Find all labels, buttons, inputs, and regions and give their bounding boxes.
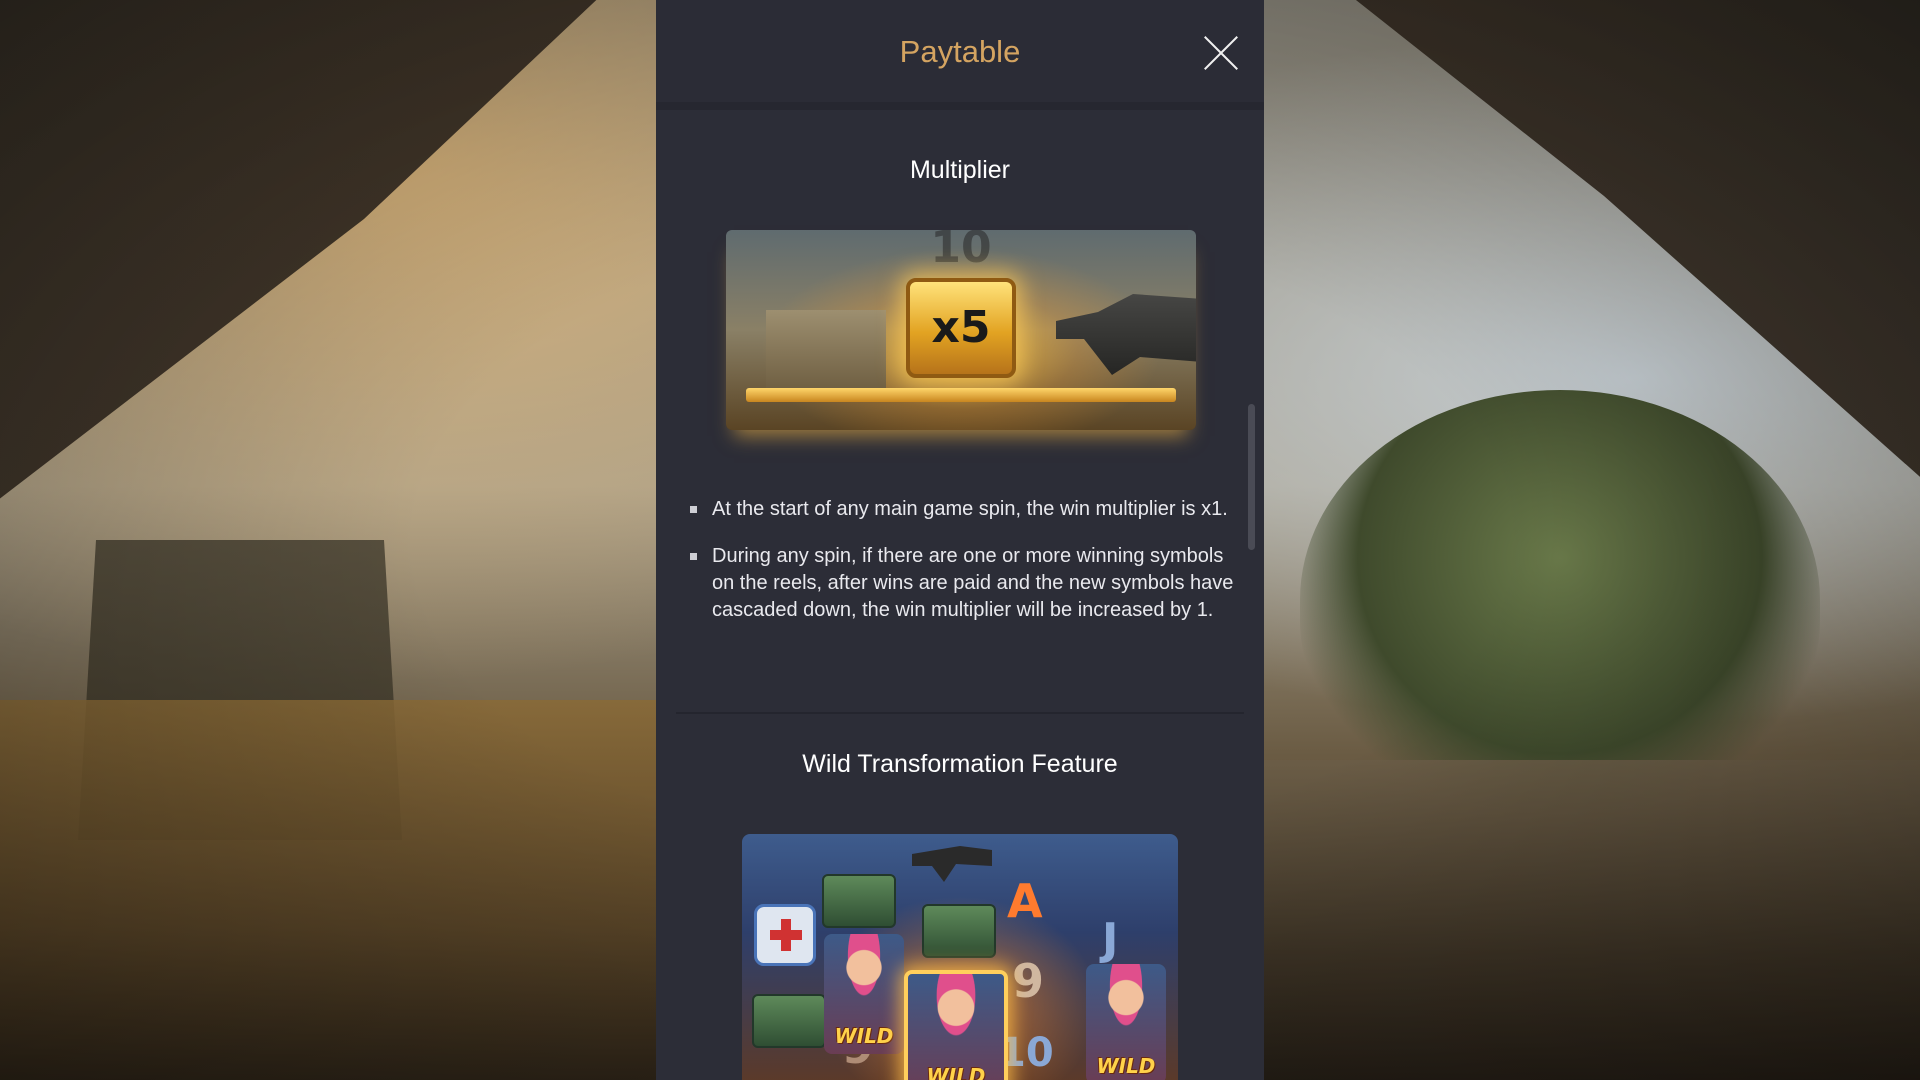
ammo-crate-symbol: [752, 994, 826, 1048]
section-divider: [676, 712, 1244, 714]
bullet-icon: [690, 553, 697, 560]
ammo-crate-symbol: [922, 904, 996, 958]
multiplier-illustration: 10 x5: [726, 230, 1196, 430]
multiplier-rules-list: At the start of any main game spin, the …: [682, 496, 1242, 644]
section-title-wild-transformation: Wild Transformation Feature: [802, 750, 1118, 778]
rifle-graphic: [1056, 294, 1196, 375]
wild-symbol: WILD: [824, 934, 904, 1054]
symbol-a: A: [1007, 874, 1043, 928]
wild-label: WILD: [926, 1064, 986, 1080]
multiplier-badge: x5: [906, 278, 1016, 378]
wild-label: WILD: [834, 1024, 894, 1048]
multiplier-badge-text: x5: [931, 302, 991, 353]
panel-title: Paytable: [899, 34, 1021, 69]
rule-text: During any spin, if there are one or mor…: [712, 545, 1234, 621]
wild-symbol: WILD: [1086, 964, 1166, 1080]
rifle-symbol: [912, 846, 992, 882]
symbol-9: 9: [1012, 954, 1045, 1008]
building-graphic: [766, 310, 886, 390]
wild-transformation-illustration: A J 9 9 10 WILD WILD WILD: [742, 834, 1178, 1080]
ammo-crate-symbol: [822, 874, 896, 928]
paytable-panel: Paytable Multiplier 10 x5 At the start o…: [656, 0, 1264, 1080]
rule-text: At the start of any main game spin, the …: [712, 498, 1228, 520]
rule-item: During any spin, if there are one or mor…: [682, 543, 1242, 624]
panel-header: Paytable: [656, 0, 1264, 110]
medkit-symbol: [754, 904, 816, 966]
symbol-j: J: [1102, 914, 1119, 965]
bullet-icon: [690, 506, 697, 513]
close-icon[interactable]: [1202, 34, 1240, 72]
multiplier-ghost-value: 10: [930, 230, 992, 273]
rule-item: At the start of any main game spin, the …: [682, 496, 1242, 523]
section-title-multiplier: Multiplier: [909, 156, 1011, 184]
golden-platform: [746, 388, 1176, 402]
wild-symbol-highlighted: WILD: [904, 970, 1008, 1080]
scrollbar-thumb[interactable]: [1248, 404, 1255, 550]
wild-label: WILD: [1096, 1054, 1156, 1078]
